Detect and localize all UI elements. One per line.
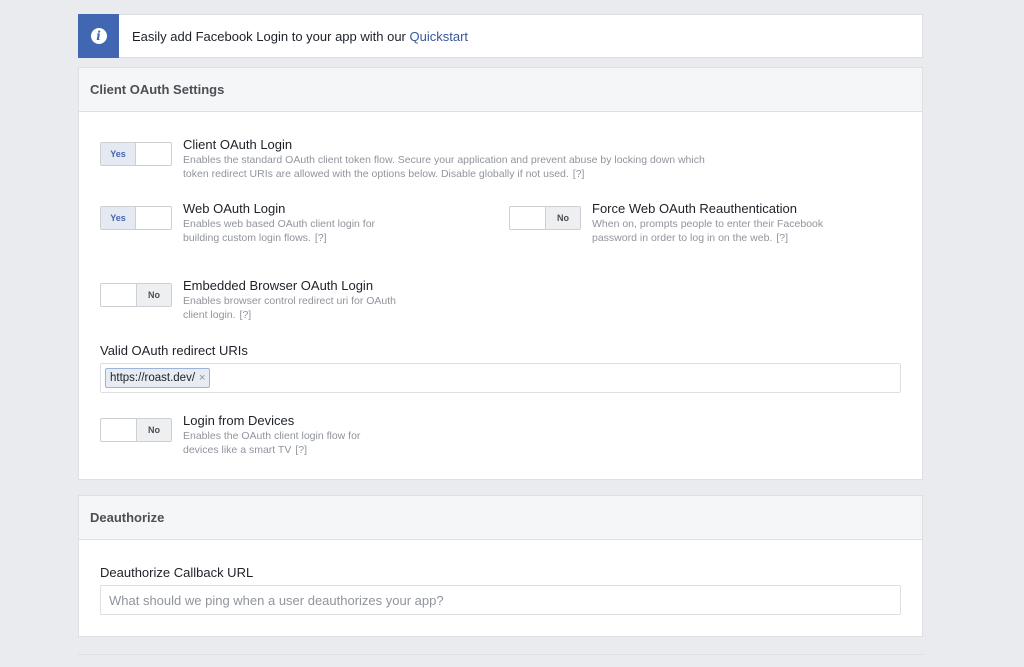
- embedded-browser-oauth-title: Embedded Browser OAuth Login: [183, 278, 374, 293]
- force-reauth-title: Force Web OAuth Reauthentication: [592, 201, 797, 216]
- toggle-yes: Yes: [101, 207, 137, 229]
- login-from-devices-desc: Enables the OAuth client login flow for …: [183, 430, 361, 456]
- info-icon: i: [90, 28, 107, 44]
- quickstart-link[interactable]: Quickstart: [410, 29, 469, 44]
- section-title-deauthorize: Deauthorize: [79, 496, 922, 540]
- toggle-no: No: [544, 207, 580, 229]
- client-oauth-login-toggle[interactable]: Yes: [100, 142, 172, 166]
- redirect-uris-input[interactable]: https://roast.dev/ ×: [100, 363, 901, 393]
- client-oauth-login-title: Client OAuth Login: [183, 137, 293, 152]
- web-oauth-login-desc: Enables web based OAuth client login for…: [183, 218, 376, 244]
- info-icon-box: i: [78, 14, 119, 58]
- deauth-callback-field: [100, 585, 901, 615]
- redirect-uri-chip: https://roast.dev/ ×: [105, 368, 211, 388]
- embedded-browser-oauth-desc: Enables browser control redirect uri for…: [183, 295, 397, 321]
- web-oauth-login-toggle[interactable]: Yes: [100, 206, 172, 230]
- section-title-client-oauth: Client OAuth Settings: [79, 68, 922, 112]
- quickstart-banner: i Easily add Facebook Login to your app …: [78, 14, 923, 58]
- web-oauth-login-title: Web OAuth Login: [183, 201, 286, 216]
- force-reauth-toggle[interactable]: No: [509, 206, 581, 230]
- redirect-uris-label: Valid OAuth redirect URIs: [100, 343, 248, 358]
- deauth-callback-input[interactable]: [101, 586, 900, 614]
- help-link[interactable]: [?]: [295, 444, 307, 456]
- toggle-no: No: [135, 284, 171, 306]
- help-link[interactable]: [?]: [315, 232, 327, 244]
- help-link[interactable]: [?]: [573, 168, 585, 180]
- help-link[interactable]: [?]: [776, 232, 788, 244]
- remove-chip-icon[interactable]: ×: [199, 372, 205, 384]
- deauth-callback-label: Deauthorize Callback URL: [100, 565, 254, 580]
- divider: [78, 654, 923, 655]
- toggle-no: No: [135, 419, 171, 441]
- login-from-devices-title: Login from Devices: [183, 413, 295, 428]
- banner-text: Easily add Facebook Login to your app wi…: [132, 28, 469, 44]
- help-link[interactable]: [?]: [240, 309, 252, 321]
- toggle-yes: Yes: [101, 143, 137, 165]
- login-from-devices-toggle[interactable]: No: [100, 418, 172, 442]
- embedded-browser-oauth-toggle[interactable]: No: [100, 283, 172, 307]
- force-reauth-desc: When on, prompts people to enter their F…: [592, 218, 824, 244]
- client-oauth-login-desc: Enables the standard OAuth client token …: [183, 154, 705, 180]
